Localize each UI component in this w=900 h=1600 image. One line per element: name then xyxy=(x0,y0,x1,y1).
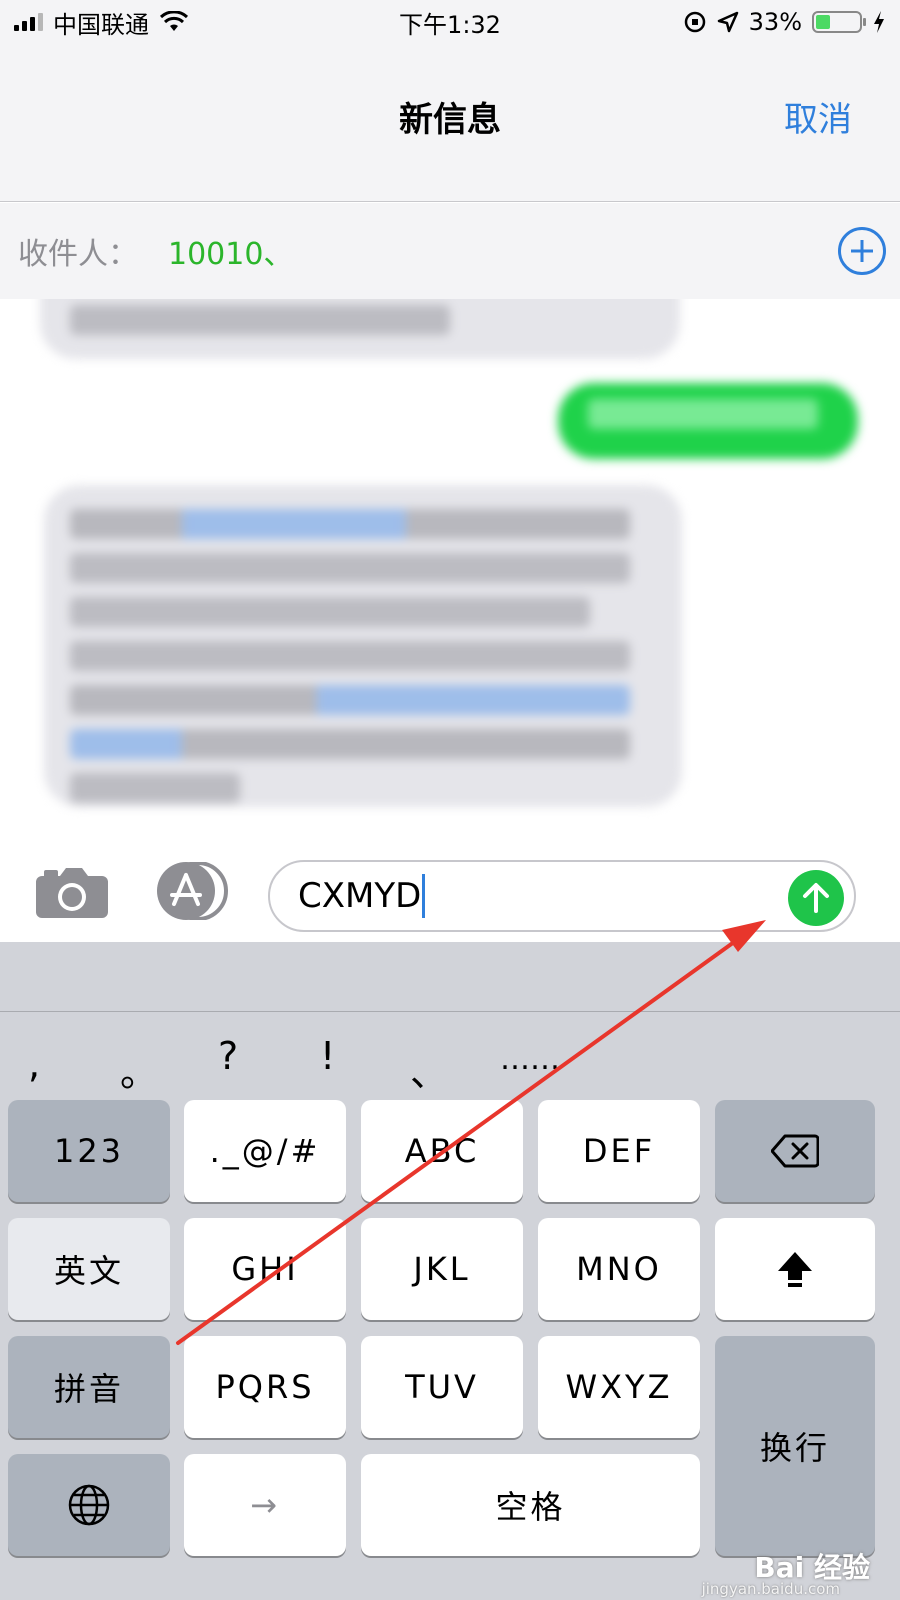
recipient-value[interactable]: 10010、 xyxy=(168,229,293,273)
send-button[interactable] xyxy=(788,870,844,926)
page-title: 新信息 xyxy=(399,100,501,140)
punctuation-key[interactable]: 、 xyxy=(410,1042,448,1097)
recipient-label: 收件人： xyxy=(18,237,138,272)
battery-icon xyxy=(812,11,866,33)
shift-key[interactable] xyxy=(715,1218,875,1320)
camera-icon xyxy=(36,868,108,918)
key-mno[interactable]: MNO xyxy=(538,1218,700,1320)
keyboard: , 。 ? ! 、 …… 123 ._@/# ABC DEF 英文 GHI JK… xyxy=(0,942,900,1600)
key-def[interactable]: DEF xyxy=(538,1100,700,1202)
backspace-key[interactable] xyxy=(715,1100,875,1202)
globe-icon xyxy=(68,1484,110,1526)
globe-key[interactable] xyxy=(8,1454,170,1556)
key-abc[interactable]: ABC xyxy=(361,1100,523,1202)
received-message-bubble xyxy=(40,299,680,359)
message-input-text: CXMYD xyxy=(298,876,422,916)
cancel-button[interactable]: 取消 xyxy=(784,92,852,141)
space-key[interactable]: 空格 xyxy=(361,1454,700,1556)
watermark-url: jingyan.baidu.com xyxy=(701,1580,840,1598)
symbols-key[interactable]: ._@/# xyxy=(184,1100,346,1202)
sent-message-bubble xyxy=(558,383,858,459)
punctuation-key[interactable]: ! xyxy=(320,1034,335,1078)
plus-icon xyxy=(851,240,873,262)
punctuation-key[interactable]: …… xyxy=(500,1042,560,1077)
key-jkl[interactable]: JKL xyxy=(361,1218,523,1320)
english-keyboard-key[interactable]: 英文 xyxy=(8,1218,170,1320)
pinyin-keyboard-key[interactable]: 拼音 xyxy=(8,1336,170,1438)
received-message-bubble xyxy=(44,485,682,807)
navigation-bar: 新信息 取消 xyxy=(0,44,900,202)
camera-button[interactable] xyxy=(36,866,108,918)
key-wxyz[interactable]: WXYZ xyxy=(538,1336,700,1438)
next-key[interactable]: → xyxy=(184,1454,346,1556)
punctuation-key[interactable]: , xyxy=(28,1042,40,1086)
punctuation-key[interactable]: ? xyxy=(218,1034,238,1078)
text-caret xyxy=(422,874,426,918)
status-time: 下午1:32 xyxy=(399,10,501,39)
keyboard-suggestion-bar xyxy=(0,942,900,1012)
conversation-area xyxy=(0,299,900,839)
message-input[interactable]: CXMYD xyxy=(268,860,856,932)
key-ghi[interactable]: GHI xyxy=(184,1218,346,1320)
backspace-icon xyxy=(771,1134,819,1168)
return-key[interactable]: 换行 xyxy=(715,1336,875,1556)
app-store-button[interactable] xyxy=(152,861,230,921)
message-composer: CXMYD xyxy=(0,840,900,940)
arrow-up-icon xyxy=(803,883,829,913)
recipient-field[interactable]: 收件人： 10010、 xyxy=(0,203,900,299)
app-store-icon xyxy=(157,861,228,921)
shift-icon xyxy=(778,1252,812,1287)
key-pqrs[interactable]: PQRS xyxy=(184,1336,346,1438)
status-bar: 中国联通 下午1:32 33% xyxy=(0,0,900,44)
numbers-key[interactable]: 123 xyxy=(8,1100,170,1202)
add-recipient-button[interactable] xyxy=(838,227,886,275)
key-tuv[interactable]: TUV xyxy=(361,1336,523,1438)
punctuation-key[interactable]: 。 xyxy=(120,1042,158,1097)
punctuation-row: , 。 ? ! 、 …… xyxy=(0,1034,900,1102)
